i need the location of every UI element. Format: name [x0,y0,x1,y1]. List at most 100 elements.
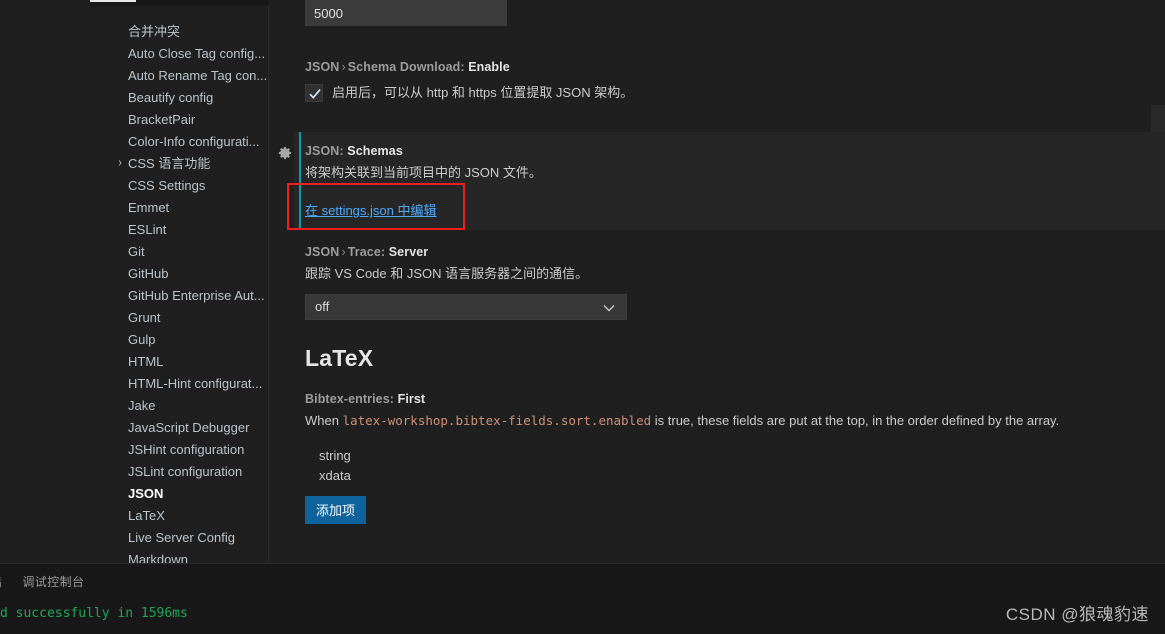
desc-text-after: is true, these fields are put at the top… [651,413,1060,428]
setting-key: Schemas [347,144,403,158]
toc-item-label: 合并冲突 [128,24,181,39]
bottom-panel: 出 调试控制台 d successfully in 1596ms [0,563,1165,634]
toc-item[interactable]: 合并冲突 [90,21,268,43]
group-heading-latex: LaTeX [305,345,374,371]
edit-in-settings-json-link[interactable]: 在 settings.json 中编辑 [305,203,437,218]
toc-item[interactable]: Color-Info configurati... [90,131,268,153]
setting-row-max-items [269,0,1165,28]
toc-item-label: Git [128,244,145,259]
setting-title-bibtex-entries: Bibtex-entries: First [305,392,1165,406]
setting-scope: JSON [305,245,340,259]
setting-key: First [397,392,426,406]
toc-item[interactable]: › CSS 语言功能 [90,153,268,175]
panel-output-line: d successfully in 1596ms [0,606,188,621]
setting-title-schema-download: JSON › Schema Download: Enable [305,60,1165,74]
panel-tab-list: 出 调试控制台 [0,568,84,594]
toc-item-label: Beautify config [128,90,214,105]
toc-item-label: Auto Rename Tag con... [128,68,268,83]
toc-item[interactable]: JavaScript Debugger [90,417,268,439]
toc-item-label: Grunt [128,310,161,325]
panel-tab[interactable]: 出 [0,573,2,590]
left-gutter [0,0,90,563]
json-schemas-description: 将架构关联到当前项目中的 JSON 文件。 [305,165,542,180]
chevron-down-icon [603,305,615,312]
toc-item[interactable]: HTML-Hint configurat... [90,373,268,395]
setting-id-code: latex-workshop.bibtex-fields.sort.enable… [342,413,652,428]
toc-item[interactable]: JSLint configuration [90,461,268,483]
trace-server-dropdown-value: off [315,299,330,314]
setting-row-trace-server: JSON › Trace: Server 跟踪 VS Code 和 JSON 语言服… [269,245,1165,340]
setting-row-json-schemas: JSON: Schemas 将架构关联到当前项目中的 JSON 文件。 在 se… [269,132,1165,230]
settings-toc-list: 合并冲突 Auto Close Tag config... Auto Rename … [90,21,268,563]
toc-item[interactable]: Markdown [90,549,268,563]
toc-item[interactable]: GitHub [90,263,268,285]
toc-item-label: Color-Info configurati... [128,134,260,149]
bibtex-entries-list[interactable]: string xdata [305,446,1165,486]
check-icon [309,88,321,99]
setting-path-separator: › [341,60,346,74]
bibtex-entries-description: When latex-workshop.bibtex-fields.sort.e… [305,411,1165,430]
setting-path-separator: › [341,245,346,259]
toc-item-label: JSLint configuration [128,464,243,479]
schema-download-description: 启用后，可以从 http 和 https 位置提取 JSON 架构。 [332,85,634,100]
toc-item-label: JavaScript Debugger [128,420,250,435]
toc-item-label: Live Server Config [128,530,235,545]
toc-item-label: CSS Settings [128,178,206,193]
toc-item[interactable]: Gulp [90,329,268,351]
toc-item[interactable]: Beautify config [90,87,268,109]
toc-item-label: Auto Close Tag config... [128,46,266,61]
modified-setting-indicator [299,132,301,230]
setting-row-schema-download: JSON › Schema Download: Enable 启用后，可以从 htt… [269,60,1165,120]
array-list-item[interactable]: string [305,446,1165,466]
toc-item[interactable]: JSHint configuration [90,439,268,461]
toc-item[interactable]: Git [90,241,268,263]
toc-item[interactable]: GitHub Enterprise Aut... [90,285,268,307]
toc-item[interactable]: JSON [90,483,268,505]
toc-item-label: HTML [128,354,164,369]
settings-list[interactable]: JSON›Schema Download: Enable 启用后，可以从 htt… [269,0,1165,563]
toc-item-label: ESLint [128,222,167,237]
toc-item[interactable]: Auto Close Tag config... [90,43,268,65]
panel-tab[interactable]: 调试控制台 [22,573,84,590]
toc-item[interactable]: Grunt [90,307,268,329]
toc-item[interactable]: HTML [90,351,268,373]
toc-item-label: GitHub [128,266,169,281]
toc-item[interactable]: Emmet [90,197,268,219]
toc-item[interactable]: Live Server Config [90,527,268,549]
toc-item[interactable]: Auto Rename Tag con... [90,65,268,87]
toc-item-label: JSHint configuration [128,442,245,457]
toc-item-label: HTML-Hint configurat... [128,376,263,391]
toc-item-label: Markdown [128,552,188,563]
setting-category: Trace: [347,245,386,259]
toc-item-label: JSON [128,486,164,501]
setting-category: Bibtex-entries: [305,392,395,406]
max-items-input[interactable] [305,0,507,26]
active-tab-indicator [90,0,136,2]
toc-item-label: Gulp [128,332,156,347]
toc-item-label: GitHub Enterprise Aut... [128,288,265,303]
schema-download-checkbox-line: 启用后，可以从 http 和 https 位置提取 JSON 架构。 [305,83,1165,102]
toc-item[interactable]: LaTeX [90,505,268,527]
add-item-button[interactable]: 添加项 [305,496,367,524]
settings-toc[interactable]: 合并冲突 Auto Close Tag config... Auto Rename … [90,7,269,563]
toc-item[interactable]: BracketPair [90,109,268,131]
schema-download-checkbox[interactable] [305,83,323,102]
watermark: CSDN @狼魂豹速 [1005,605,1149,624]
setting-row-bibtex-entries: Bibtex-entries: First When latex-worksho… [269,392,1165,532]
chevron-right-icon[interactable]: › [114,153,126,175]
array-list-item[interactable]: xdata [305,466,1165,486]
trace-server-dropdown[interactable]: off [305,294,627,320]
setting-scope: JSON [305,60,340,74]
toc-item[interactable]: Jake [90,395,268,417]
desc-text-before: When [305,413,343,428]
setting-scope: JSON: [305,144,344,158]
toc-item-label: LaTeX [128,508,165,523]
setting-key: Server [388,245,429,259]
group-heading-latex-row: LaTeX [269,345,1165,385]
trace-server-description: 跟踪 VS Code 和 JSON 语言服务器之间的通信。 [305,266,589,281]
toc-item[interactable]: CSS Settings [90,175,268,197]
vscode-window: 合并冲突 Auto Close Tag config... Auto Rename … [0,0,1165,634]
toc-item[interactable]: ESLint [90,219,268,241]
toc-item-label: Emmet [128,200,170,215]
gear-icon[interactable] [277,146,293,162]
